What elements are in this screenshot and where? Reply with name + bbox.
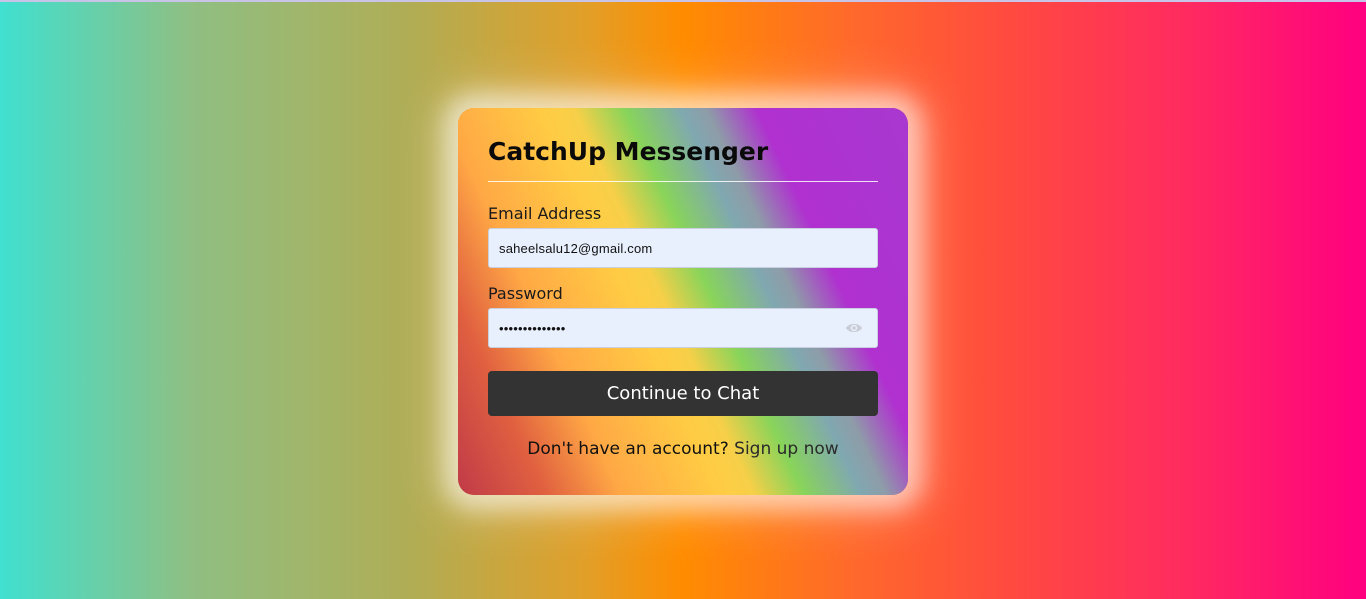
signup-link[interactable]: Sign up now bbox=[734, 439, 839, 459]
signup-prompt: Don't have an account? Sign up now bbox=[488, 439, 878, 459]
password-field[interactable] bbox=[489, 309, 839, 347]
email-field[interactable] bbox=[489, 229, 839, 267]
title-divider bbox=[488, 181, 878, 182]
signup-prompt-text: Don't have an account? bbox=[527, 439, 729, 459]
top-border bbox=[0, 0, 1366, 2]
password-field-wrapper bbox=[488, 308, 878, 348]
password-label: Password bbox=[488, 284, 563, 303]
app-title: CatchUp Messenger bbox=[488, 137, 769, 166]
email-field-wrapper bbox=[488, 228, 878, 268]
continue-button[interactable]: Continue to Chat bbox=[488, 371, 878, 416]
eye-icon[interactable] bbox=[845, 321, 863, 335]
email-label: Email Address bbox=[488, 204, 602, 223]
login-card: CatchUp Messenger Email Address Password… bbox=[458, 108, 908, 495]
